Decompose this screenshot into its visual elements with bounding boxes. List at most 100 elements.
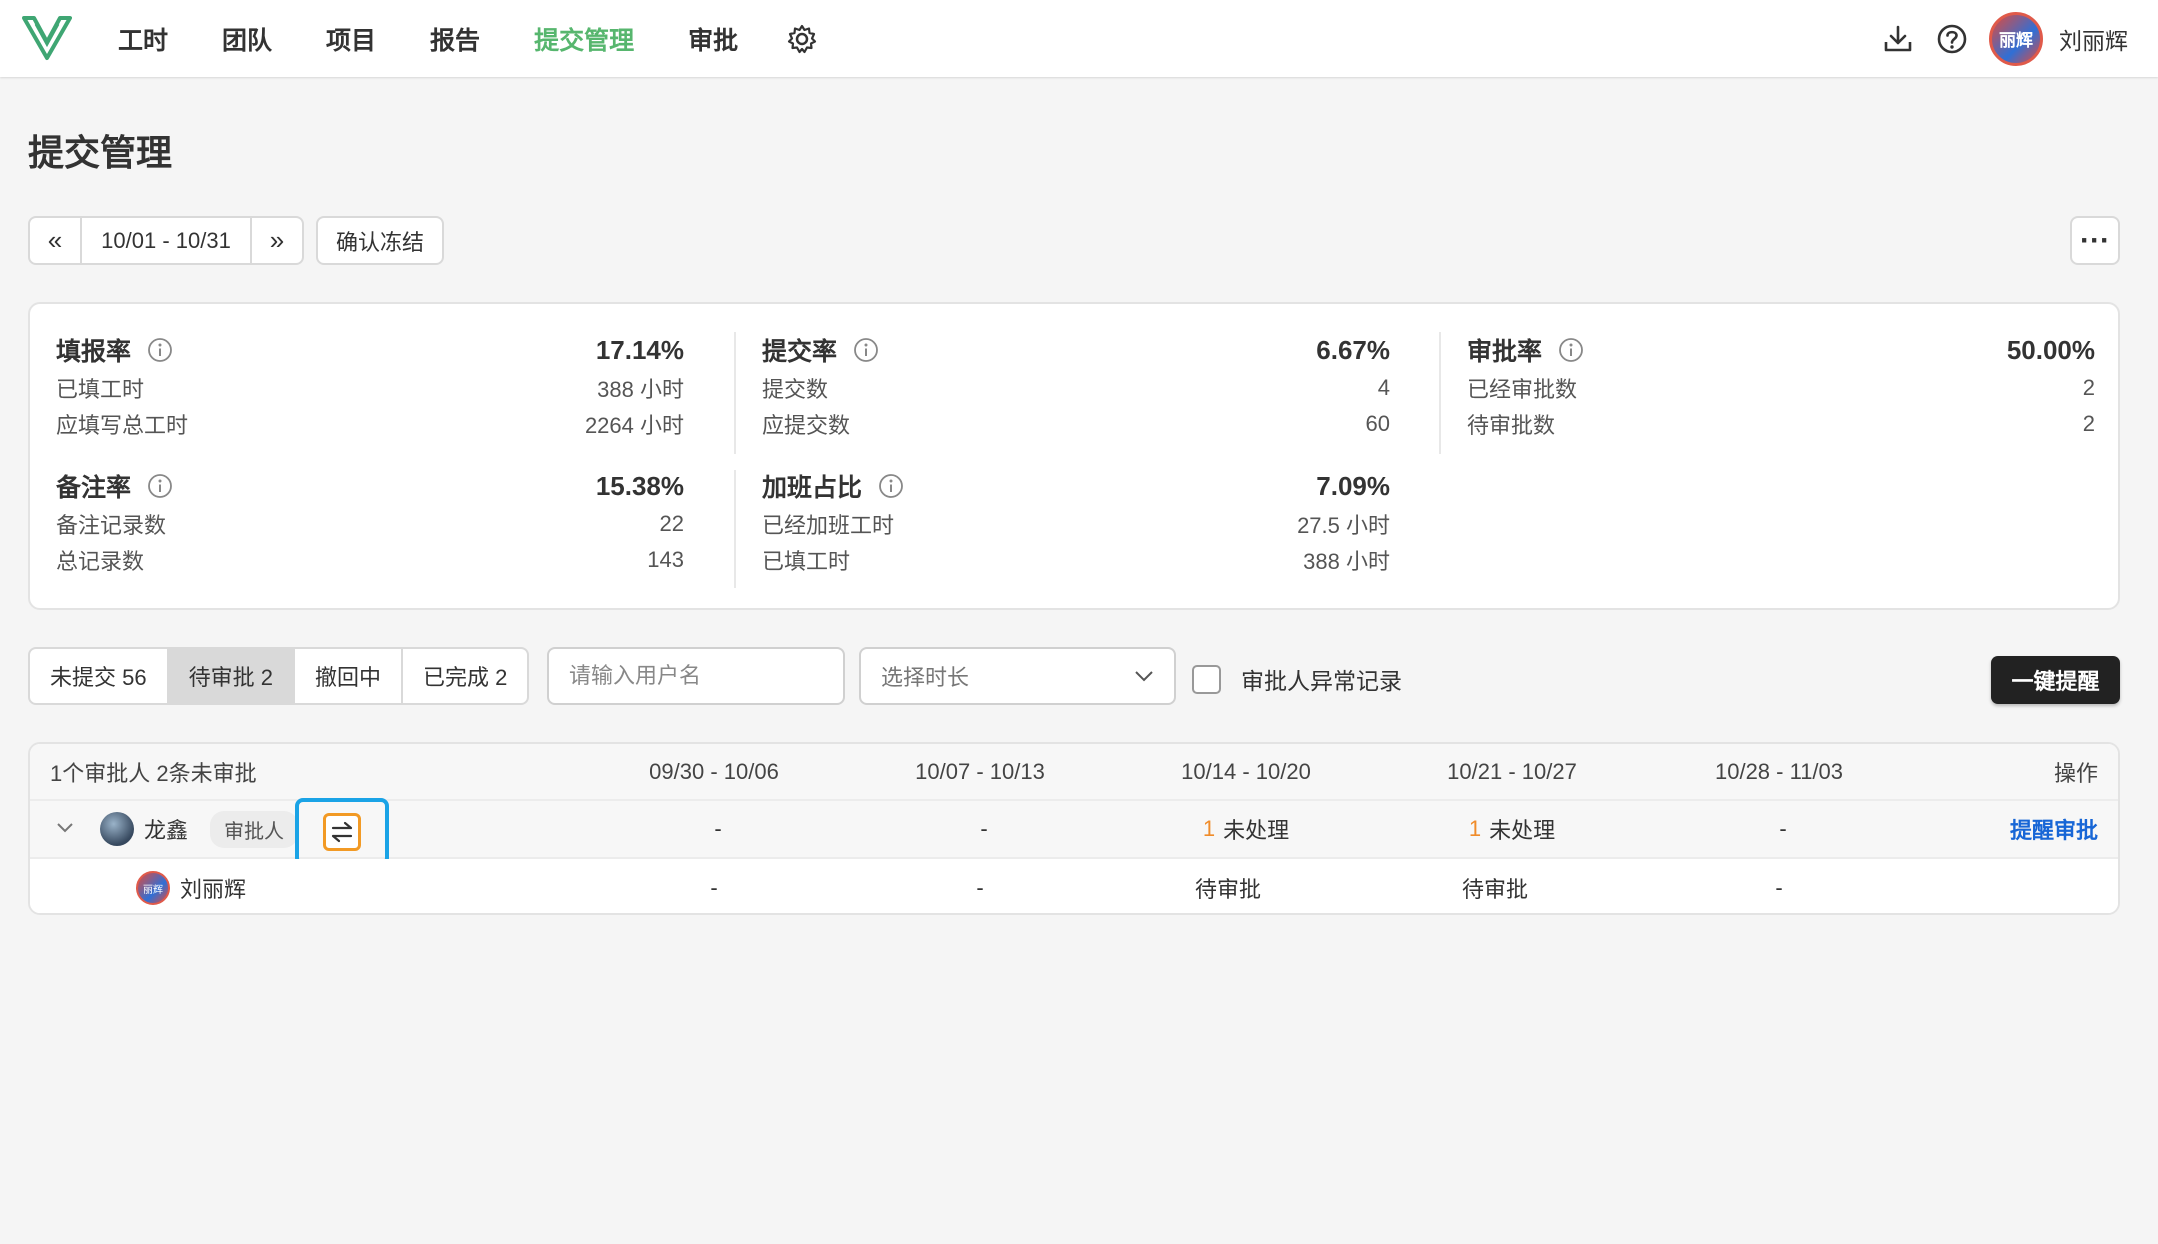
stats-divider	[734, 332, 736, 454]
confirm-freeze-button[interactable]: 确认冻结	[316, 216, 444, 265]
stat-title: 提交率	[762, 338, 838, 366]
swap-icon	[323, 813, 361, 851]
table-header: 1个审批人 2条未审批 09/30 - 10/06 10/07 - 10/13 …	[30, 744, 2118, 801]
stat-row-value: 388 小时	[597, 377, 684, 402]
stat-row-value: 388 小时	[1303, 549, 1390, 574]
stat-row-value: 2	[2082, 411, 2095, 436]
stat-fill-rate: 填报率 17.14% 已填工时 388 小时 应填写总工时 2264 小时	[56, 330, 684, 442]
stat-title-wrap: 备注率	[56, 468, 173, 504]
stat-row-value: 27.5 小时	[1297, 513, 1390, 538]
week-cell: -	[972, 801, 987, 857]
stat-title-wrap: 加班占比	[762, 468, 904, 504]
stat-row-value: 22	[659, 511, 684, 536]
nav-item-timesheet[interactable]: 工时	[118, 21, 168, 57]
double-chevron-left-icon: «	[47, 225, 63, 255]
info-icon[interactable]	[1558, 337, 1584, 363]
week-cell: 1 未处理	[1203, 801, 1289, 857]
approval-table: 1个审批人 2条未审批 09/30 - 10/06 10/07 - 10/13 …	[28, 742, 2120, 915]
download-icon[interactable]	[1881, 22, 1915, 56]
table-summary: 1个审批人 2条未审批	[50, 760, 257, 786]
remind-all-button[interactable]: 一键提醒	[1991, 656, 2120, 704]
stat-value: 15.38%	[595, 470, 684, 501]
user-avatar[interactable]: 丽辉	[1989, 11, 2043, 66]
stat-row-value: 2264 小时	[584, 413, 684, 438]
more-options-button[interactable]: ···	[2070, 216, 2120, 265]
duration-select[interactable]: 选择时长	[859, 647, 1176, 705]
week-status: -	[976, 875, 984, 900]
stat-remark-rate: 备注率 15.38% 备注记录数 22 总记录数 143	[56, 466, 684, 578]
info-icon[interactable]	[147, 473, 173, 499]
help-icon[interactable]	[1935, 22, 1969, 56]
nav-item-team[interactable]: 团队	[222, 21, 272, 57]
tab-withdrawing[interactable]: 撤回中	[295, 649, 403, 703]
week-header: 09/30 - 10/06	[649, 758, 779, 784]
app-logo-icon[interactable]	[22, 14, 72, 62]
top-right-actions: 丽辉 刘丽辉	[1881, 0, 2158, 77]
previous-period-button[interactable]: «	[30, 218, 80, 263]
tab-not-submitted[interactable]: 未提交 56	[30, 649, 169, 703]
stat-row-value: 4	[1377, 375, 1390, 400]
stat-title: 填报率	[56, 338, 132, 366]
stat-row-label: 已填工时	[762, 549, 851, 574]
stat-row-value: 60	[1365, 411, 1390, 436]
page-title: 提交管理	[28, 132, 173, 173]
week-status: -	[714, 816, 722, 841]
stat-overtime-ratio: 加班占比 7.09% 已经加班工时 27.5 小时 已填工时 388 小时	[762, 466, 1390, 578]
week-status: -	[1775, 875, 1783, 900]
date-range-picker: « 10/01 - 10/31 »	[28, 216, 304, 265]
stats-card: 填报率 17.14% 已填工时 388 小时 应填写总工时 2264 小时 备注率 …	[28, 302, 2120, 610]
next-period-button[interactable]: »	[252, 218, 302, 263]
stat-submit-rate: 提交率 6.67% 提交数 4 应提交数 60	[762, 330, 1390, 442]
week-status: 待审批	[1461, 877, 1529, 902]
avatar	[100, 812, 134, 846]
member-name: 刘丽辉	[180, 877, 247, 902]
stat-row-label: 已经加班工时	[762, 513, 895, 538]
stat-row-value: 143	[647, 547, 684, 572]
week-status: 未处理	[1489, 818, 1556, 843]
date-range-label[interactable]: 10/01 - 10/31	[80, 218, 252, 263]
info-icon[interactable]	[853, 337, 879, 363]
role-tag: 审批人	[210, 810, 299, 848]
week-header: 10/21 - 10/27	[1447, 758, 1577, 784]
week-status: 未处理	[1223, 818, 1290, 843]
stat-value: 17.14%	[595, 334, 684, 365]
stat-value: 50.00%	[2006, 334, 2095, 365]
stat-approve-rate: 审批率 50.00% 已经审批数 2 待审批数 2	[1467, 330, 2095, 442]
stat-row-label: 备注记录数	[56, 513, 167, 538]
approver-anomaly-checkbox[interactable]	[1192, 664, 1221, 694]
approver-cell: 龙鑫 审批人	[100, 801, 299, 857]
gear-icon[interactable]	[786, 23, 818, 55]
stat-title-wrap: 审批率	[1467, 332, 1584, 368]
info-icon[interactable]	[147, 337, 173, 363]
action-header: 操作	[2053, 760, 2098, 786]
member-cell: 丽辉 刘丽辉	[136, 859, 247, 913]
approver-anomaly-filter: 审批人异常记录	[1192, 662, 1402, 696]
chevron-down-icon	[1135, 671, 1153, 682]
week-header: 10/28 - 11/03	[1714, 758, 1844, 784]
tab-completed[interactable]: 已完成 2	[403, 649, 527, 703]
stat-row-label: 待审批数	[1467, 413, 1556, 438]
nav-item-approval[interactable]: 审批	[688, 21, 738, 57]
approver-anomaly-label[interactable]: 审批人异常记录	[1241, 662, 1402, 696]
swap-approver-button[interactable]	[295, 798, 389, 866]
remind-approval-link[interactable]: 提醒审批	[2010, 801, 2098, 857]
chevron-down-icon[interactable]	[56, 822, 74, 834]
status-tabs: 未提交 56 待审批 2 撤回中 已完成 2	[28, 647, 530, 705]
stats-divider	[1439, 332, 1441, 454]
tab-pending-approval[interactable]: 待审批 2	[168, 649, 295, 703]
main-nav: 工时 团队 项目 报告 提交管理 审批	[118, 0, 818, 77]
week-status: -	[710, 875, 718, 900]
info-icon[interactable]	[878, 473, 904, 499]
username-search-input[interactable]	[547, 647, 845, 705]
nav-item-report[interactable]: 报告	[430, 21, 480, 57]
stat-title: 审批率	[1467, 338, 1543, 366]
member-avatar-text: 丽辉	[143, 884, 163, 896]
nav-item-submission-management[interactable]: 提交管理	[534, 21, 634, 57]
week-cell: -	[706, 801, 721, 857]
nav-item-project[interactable]: 项目	[326, 21, 376, 57]
pending-count: 1	[1202, 816, 1216, 841]
user-name[interactable]: 刘丽辉	[2059, 22, 2128, 56]
table-row: 丽辉 刘丽辉 - - 待审批 待审批 -	[30, 859, 2118, 913]
week-status: -	[980, 816, 988, 841]
stat-row-label: 已填工时	[56, 377, 145, 402]
